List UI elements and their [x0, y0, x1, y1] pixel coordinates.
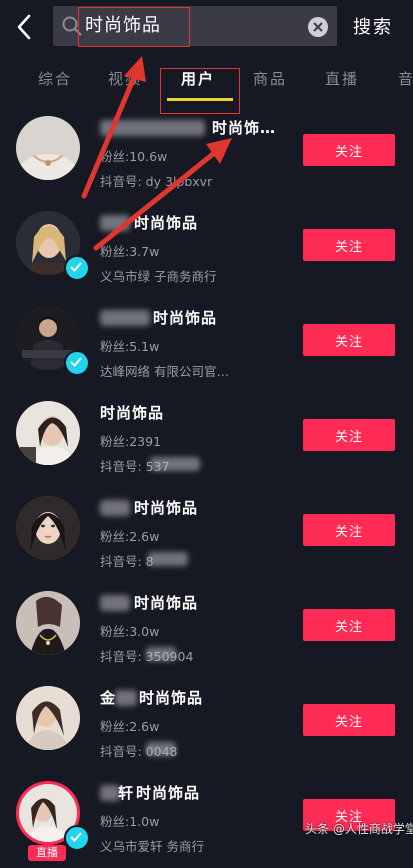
- list-item[interactable]: 时尚饰品 粉丝:2.6w 抖音号: 8 关注: [0, 488, 413, 583]
- avatar[interactable]: [16, 686, 80, 750]
- redacted-name-blur: [100, 595, 130, 611]
- redacted-name-blur: [100, 310, 150, 326]
- avatar[interactable]: [16, 116, 80, 180]
- user-fans-count: 粉丝:3.0w: [100, 624, 160, 639]
- verified-icon: [64, 825, 90, 851]
- redacted-name-blur: [100, 785, 120, 801]
- redacted-id-blur: [148, 552, 188, 566]
- back-button[interactable]: [10, 12, 40, 42]
- user-name: 时尚饰品: [134, 214, 199, 232]
- user-fans-count: 粉丝:2391: [100, 434, 162, 449]
- user-fans-count: 粉丝:2.6w: [100, 529, 160, 544]
- avatar[interactable]: [16, 496, 80, 560]
- user-fans-count: 粉丝:10.6w: [100, 149, 168, 164]
- user-name-prefix: 金: [100, 689, 117, 707]
- user-account-id: 抖音号: dy 3lpbxvr: [100, 174, 213, 189]
- list-item[interactable]: 时尚饰品 粉丝:3.0w 抖音号: 350904 关注: [0, 583, 413, 678]
- follow-button[interactable]: 关注: [303, 419, 395, 451]
- verified-icon: [64, 350, 90, 376]
- user-name-prefix: 轩: [118, 784, 135, 802]
- user-name: 时尚饰品: [134, 499, 199, 517]
- clear-search-button[interactable]: [307, 16, 329, 38]
- tab-music[interactable]: 音乐: [398, 68, 413, 89]
- follow-button[interactable]: 关注: [303, 324, 395, 356]
- follow-button[interactable]: 关注: [303, 609, 395, 641]
- redacted-name-blur: [100, 120, 205, 136]
- list-item[interactable]: 时尚饰品 粉丝:5.1w 达峰网络 有限公司官… 关注: [0, 298, 413, 393]
- user-name: 时尚饰品: [100, 404, 165, 422]
- watermark: 头条 @人性商战学堂: [305, 822, 413, 836]
- tab-comprehensive[interactable]: 综合: [38, 68, 72, 89]
- user-name: 时尚饰品: [139, 689, 204, 707]
- follow-button[interactable]: 关注: [303, 229, 395, 261]
- search-submit-button[interactable]: 搜索: [353, 13, 393, 39]
- user-name: 时尚饰品: [134, 594, 199, 612]
- user-name: 时尚饰…: [212, 119, 277, 137]
- tab-videos[interactable]: 视频: [108, 68, 142, 89]
- tab-live[interactable]: 直播: [325, 68, 359, 89]
- avatar[interactable]: [16, 401, 80, 465]
- user-name: 时尚饰品: [153, 309, 218, 327]
- redacted-id-blur: [150, 457, 200, 471]
- list-item[interactable]: 时尚饰… 粉丝:10.6w 抖音号: dy 3lpbxvr 关注: [0, 108, 413, 203]
- redacted-name-blur: [115, 690, 137, 706]
- user-account-id: 抖音号: 8: [100, 554, 154, 569]
- follow-button[interactable]: 关注: [303, 704, 395, 736]
- follow-button[interactable]: 关注: [303, 514, 395, 546]
- list-item[interactable]: 金 时尚饰品 粉丝:2.6w 抖音号: 0048 关注: [0, 678, 413, 773]
- user-name: 时尚饰品: [136, 784, 201, 802]
- query-highlight-box: [78, 7, 190, 47]
- search-bar: 时尚饰品 搜索: [0, 0, 413, 56]
- user-fans-count: 粉丝:5.1w: [100, 339, 160, 354]
- user-fans-count: 粉丝:2.6w: [100, 719, 160, 734]
- user-account-id: 义乌市爱轩 务商行: [100, 839, 204, 854]
- user-account-id: 达峰网络 有限公司官…: [100, 364, 229, 379]
- list-item[interactable]: 时尚饰品 粉丝:3.7w 义乌市绿 子商务商行 关注: [0, 203, 413, 298]
- user-fans-count: 粉丝:3.7w: [100, 244, 160, 259]
- clear-icon: [308, 17, 328, 37]
- redacted-name-blur: [100, 215, 130, 231]
- redacted-name-blur: [100, 500, 130, 516]
- back-arrow-icon: [17, 14, 31, 40]
- live-badge: 直播: [28, 845, 66, 861]
- tab-products[interactable]: 商品: [253, 68, 287, 89]
- list-item[interactable]: 时尚饰品 粉丝:2391 抖音号: 537 关注: [0, 393, 413, 488]
- redacted-id-blur: [146, 742, 176, 756]
- follow-button[interactable]: 关注: [303, 134, 395, 166]
- redacted-id-blur: [146, 647, 176, 661]
- avatar[interactable]: [16, 591, 80, 655]
- user-fans-count: 粉丝:1.0w: [100, 814, 160, 829]
- user-account-id: 义乌市绿 子商务商行: [100, 269, 217, 284]
- verified-icon: [64, 255, 90, 281]
